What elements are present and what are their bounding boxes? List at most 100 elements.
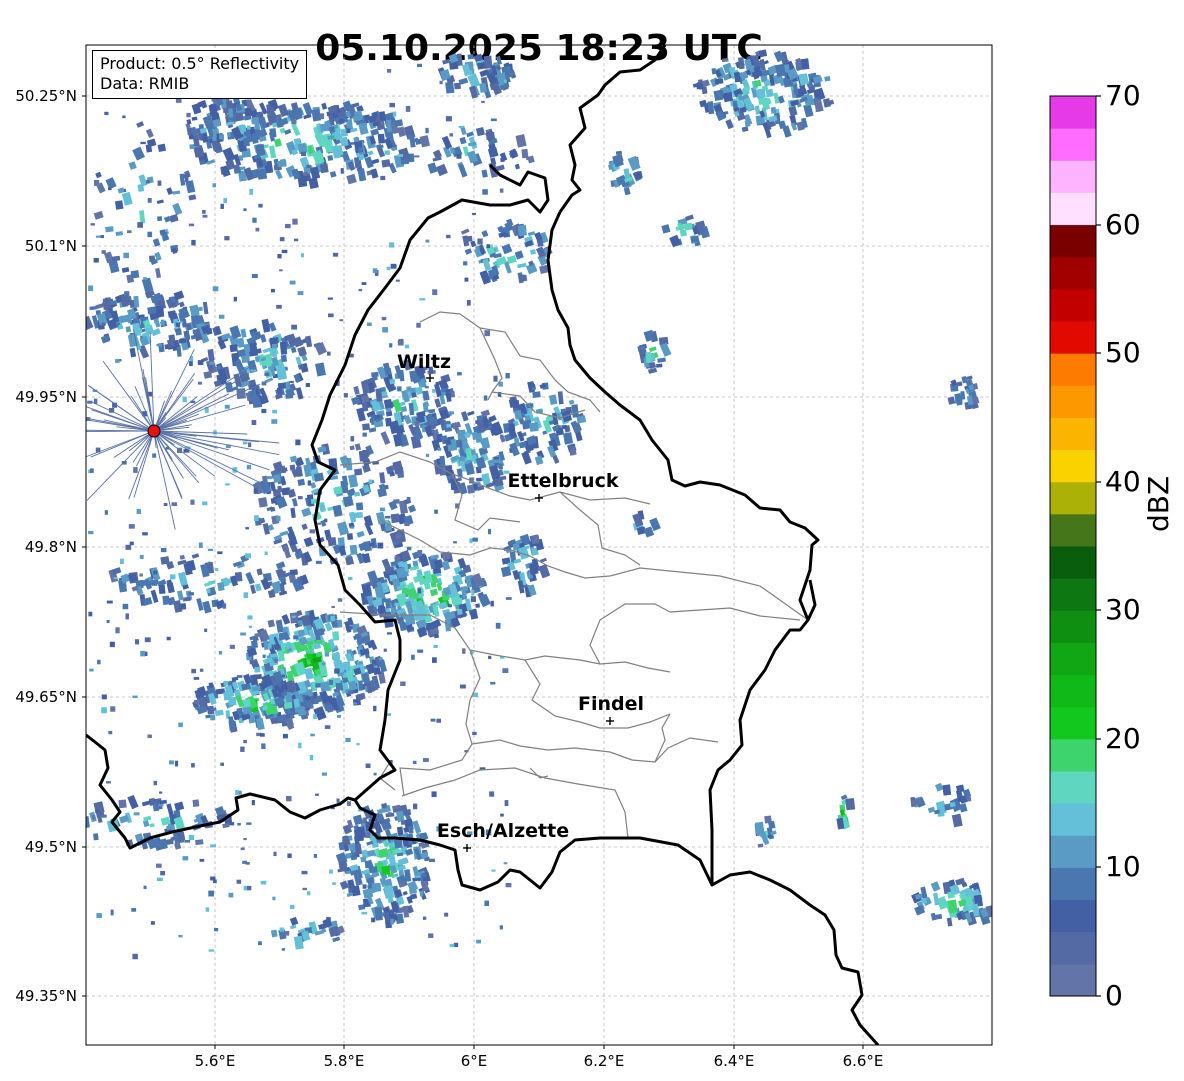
echo-cell [957,381,963,387]
echo-cell [309,529,316,534]
echo-cell [208,890,215,897]
colorbar-tick-label: 10 [1105,850,1141,883]
echo-cell [121,267,130,273]
echo-cell [442,58,451,65]
echo-cell [189,361,193,367]
echo-cell [236,879,242,884]
echo-cell [383,398,393,410]
echo-cell [380,175,386,181]
echo-cell [236,675,243,678]
echo-cell [390,263,397,269]
echo-cell [230,822,235,826]
echo-cell [189,143,195,150]
echo-cell [202,209,206,214]
echo-cell [367,322,372,327]
echo-cell [212,286,219,292]
echo-cell [800,58,810,70]
echo-cell [319,113,325,120]
echo-cell [412,760,417,765]
echo-cell [139,210,146,224]
echo-cell [371,917,376,923]
echo-cell [199,668,204,672]
echo-cell [240,328,247,338]
echo-cell [340,168,344,174]
echo-cell [248,625,253,628]
echo-cell [481,230,489,238]
echo-cell [214,928,219,932]
echo-cell [404,344,410,349]
echo-cell [88,285,94,292]
echo-cell [385,515,391,519]
echo-cell [328,313,334,318]
echo-cell [493,456,499,460]
echo-cell [372,268,378,273]
echo-cell [389,378,396,385]
echo-cell [122,603,129,610]
echo-cell [471,589,475,596]
echo-cell [393,902,398,906]
echo-cell [472,537,478,542]
echo-cell [314,362,326,377]
echo-cell [343,839,348,845]
echo-cell [361,449,370,458]
echo-cell [376,597,382,603]
echo-cell [354,443,362,451]
echo-cell [324,622,333,632]
echo-cell [281,674,285,678]
echo-cell [372,122,379,127]
echo-cell [311,110,321,120]
colorbar-ticks [1096,95,1101,997]
echo-cell [301,507,312,518]
echo-cell [498,463,503,470]
lon-label: 5.6°E [194,1052,236,1070]
echo-cell [245,571,255,585]
echo-cell [202,600,212,614]
echo-cell [167,310,177,318]
echo-cell [448,604,452,608]
echo-cell [221,332,231,341]
echo-cell [243,441,248,445]
echo-cell [482,258,492,272]
echo-cell [175,760,179,767]
echo-cell [429,858,435,863]
colorbar-tick-label: 0 [1105,979,1123,1012]
echo-cell [173,816,185,831]
echo-cell [266,476,273,480]
echo-cell [615,150,623,155]
echo-cell [274,659,278,663]
echo-cell [96,913,102,918]
echo-cell [429,588,439,597]
echo-cell [313,713,317,719]
echo-cell [367,570,379,584]
echo-cell [445,116,452,122]
echo-cell [930,912,937,921]
echo-cell [345,737,351,743]
echo-cell [268,642,272,649]
echo-cell [332,936,341,943]
echo-cell [472,731,477,736]
echo-cell [358,288,363,292]
echo-cell [387,812,392,815]
echo-cell [279,530,289,537]
colorbar-label: dBZ [1142,475,1175,532]
echo-cell [121,191,133,206]
echo-cell [392,111,397,117]
colorbar-swatch [1050,128,1096,161]
colorbar-swatch [1050,835,1096,868]
echo-cell [202,214,208,218]
echo-cell [383,648,387,652]
echo-cell [88,530,94,535]
echo-cell [384,150,390,155]
echo-cell [107,313,112,318]
lon-label: 6.4°E [713,1052,755,1070]
echo-cell [432,413,436,417]
echo-cell [86,816,90,829]
echo-cell [407,504,417,513]
echo-cell [195,839,204,846]
echo-cell [104,510,108,515]
echo-cell [456,154,462,159]
echo-cell [389,102,396,108]
echo-cell [267,619,276,628]
echo-cell [248,442,252,448]
colorbar-tick-label: 60 [1105,208,1141,241]
